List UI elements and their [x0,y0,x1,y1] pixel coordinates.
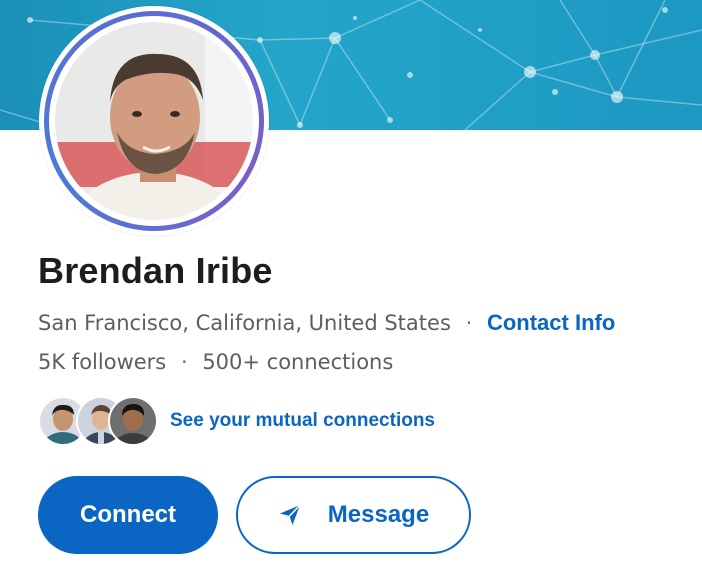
message-button-label: Message [327,501,430,528]
network-stats: 5K followers · 500+ connections [38,350,393,374]
connect-button[interactable]: Connect [38,476,218,554]
mutual-avatars [38,396,158,446]
send-icon [278,503,302,527]
profile-name: Brendan Iribe [38,250,273,291]
mutual-connections-link[interactable]: See your mutual connections [170,410,435,432]
location-text: San Francisco, California, United States [38,311,451,335]
followers-count: 5K followers [38,350,167,374]
profile-avatar[interactable] [39,6,269,236]
connect-button-label: Connect [80,501,176,528]
message-button[interactable]: Message [236,476,471,554]
contact-info-link[interactable]: Contact Info [487,310,615,335]
separator: · [465,311,473,335]
location-line: San Francisco, California, United States… [38,310,615,336]
mutual-connections[interactable]: See your mutual connections [38,396,435,446]
connections-count: 500+ connections [202,350,394,374]
mutual-avatar [108,396,158,446]
profile-photo [55,22,253,220]
separator: · [180,350,188,374]
